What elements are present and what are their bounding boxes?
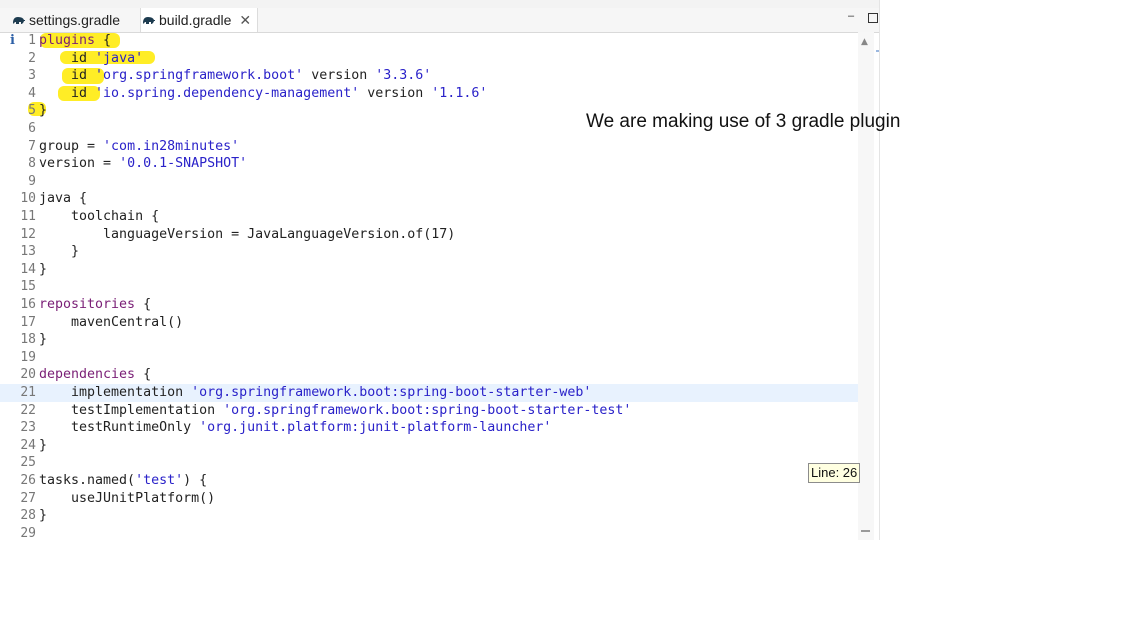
minimize-button[interactable]: ‒	[848, 10, 854, 22]
line-number: 21	[20, 385, 36, 400]
code-line[interactable]: 11 toolchain {	[0, 208, 858, 226]
code-text: testImplementation 'org.springframework.…	[39, 402, 632, 418]
line-number: 7	[28, 138, 36, 154]
code-text: }	[39, 103, 48, 119]
line-number: 9	[28, 173, 36, 189]
code-line[interactable]: 14}	[0, 261, 858, 279]
code-line[interactable]: 7 group = 'com.in28minutes'	[0, 138, 858, 156]
gradle-elephant-icon	[143, 17, 155, 24]
code-text: implementation 'org.springframework.boot…	[39, 385, 592, 400]
line-number: 2	[28, 50, 36, 66]
code-line[interactable]: 22 testImplementation 'org.springframewo…	[0, 402, 858, 420]
line-number: 29	[20, 525, 36, 540]
code-line[interactable]: 25	[0, 454, 858, 472]
code-line[interactable]: 24}	[0, 437, 858, 455]
code-line[interactable]: 17 mavenCentral()	[0, 314, 858, 332]
code-text: toolchain {	[39, 209, 160, 224]
line-number: 16	[20, 297, 36, 312]
line-number: 14	[20, 261, 36, 277]
scroll-up-arrow-icon[interactable]: ▲	[861, 37, 868, 47]
slide-annotation: We are making use of 3 gradle plugin	[586, 111, 901, 132]
code-text: group = 'com.in28minutes'	[39, 138, 240, 154]
line-number: 1	[28, 33, 36, 48]
code-line[interactable]: 3 id 'org.springframework.boot' version …	[0, 67, 858, 85]
line-number: 13	[20, 244, 36, 260]
code-editor[interactable]: 1 plugins {2 id 'java' 3 id 'org.springfra…	[0, 32, 858, 540]
code-line[interactable]: 12 languageVersion = JavaLanguageVersion…	[0, 226, 858, 244]
overview-ruler-mark	[876, 50, 879, 52]
code-text: id 'java'	[39, 50, 144, 66]
tab-settings-gradle[interactable]: settings.gradle	[12, 8, 120, 32]
code-line[interactable]: 4 id 'io.spring.dependency-management' v…	[0, 85, 858, 103]
code-text: tasks.named('test') {	[39, 473, 208, 488]
code-line[interactable]: 29	[0, 525, 858, 540]
code-text: useJUnitPlatform()	[39, 490, 216, 506]
code-text: id 'io.spring.dependency-management' ver…	[39, 85, 488, 101]
vertical-scrollbar[interactable]	[858, 32, 874, 540]
code-line[interactable]: 9	[0, 173, 858, 191]
line-number: 28	[20, 508, 36, 524]
code-line[interactable]: 27 useJUnitPlatform()	[0, 490, 858, 508]
code-text: }	[39, 244, 80, 260]
line-number: 22	[20, 402, 36, 418]
editor-window: settings.gradle build.gradle ✕ ‒ 1 plugin…	[0, 0, 880, 540]
code-text: mavenCentral()	[39, 314, 184, 330]
line-number: 25	[20, 455, 36, 471]
line-number: 27	[20, 490, 36, 506]
line-number: 6	[28, 121, 36, 136]
gradle-elephant-icon	[13, 17, 25, 24]
code-line[interactable]: 23 testRuntimeOnly 'org.junit.platform:j…	[0, 419, 858, 437]
line-number-tooltip: Line: 26	[808, 463, 861, 483]
editor-tab-bar: settings.gradle build.gradle ✕ ‒	[0, 8, 879, 33]
code-line[interactable]: 21 implementation 'org.springframework.b…	[0, 384, 858, 402]
code-text: }	[39, 332, 48, 348]
line-number: 5	[28, 103, 36, 119]
code-text: repositories {	[39, 297, 152, 312]
line-number: 12	[20, 226, 36, 242]
code-line[interactable]: 19	[0, 349, 858, 367]
code-line[interactable]: 10 java {	[0, 190, 858, 208]
maximize-button[interactable]	[868, 13, 878, 23]
code-line[interactable]: 26 tasks.named('test') {	[0, 472, 858, 490]
code-text: languageVersion = JavaLanguageVersion.of…	[39, 226, 456, 242]
code-line[interactable]: 13 }	[0, 243, 858, 261]
code-text: }	[39, 508, 48, 524]
line-number: 18	[20, 332, 36, 348]
line-number: 11	[20, 209, 36, 224]
line-number: 3	[28, 68, 36, 84]
line-number: 19	[20, 349, 36, 365]
code-line[interactable]: 18}	[0, 331, 858, 349]
code-text: version = '0.0.1-SNAPSHOT'	[39, 156, 248, 172]
code-line[interactable]: 15	[0, 278, 858, 296]
line-number: 24	[20, 437, 36, 453]
code-text: dependencies {	[39, 367, 152, 383]
code-line[interactable]: 2 id 'java'	[0, 50, 858, 68]
info-icon: i	[10, 33, 15, 48]
code-line[interactable]: 1 plugins {	[0, 32, 858, 50]
code-text: testRuntimeOnly 'org.junit.platform:juni…	[39, 420, 552, 436]
code-line[interactable]: 8 version = '0.0.1-SNAPSHOT'	[0, 155, 858, 173]
code-text: }	[39, 261, 48, 277]
tab-label: settings.gradle	[29, 12, 121, 28]
code-line[interactable]: 28}	[0, 507, 858, 525]
close-icon[interactable]: ✕	[239, 12, 251, 29]
tab-build-gradle[interactable]: build.gradle ✕	[140, 8, 259, 32]
line-number: 15	[20, 279, 36, 295]
code-text: plugins {	[39, 33, 112, 48]
line-number: 8	[28, 156, 36, 172]
line-number: 26	[20, 473, 36, 488]
code-text: id 'org.springframework.boot' version '3…	[39, 68, 432, 84]
code-text: java {	[39, 191, 88, 207]
line-number: 20	[20, 367, 36, 383]
line-number: 4	[28, 85, 36, 101]
line-number: 10	[20, 191, 36, 207]
line-number: 17	[20, 314, 36, 330]
scroll-down-arrow-icon[interactable]	[861, 530, 870, 532]
tab-label: build.gradle	[159, 12, 232, 28]
code-line[interactable]: 16 repositories {	[0, 296, 858, 314]
code-line[interactable]: 20 dependencies {	[0, 366, 858, 384]
line-number: 23	[20, 420, 36, 436]
code-text: }	[39, 437, 48, 453]
